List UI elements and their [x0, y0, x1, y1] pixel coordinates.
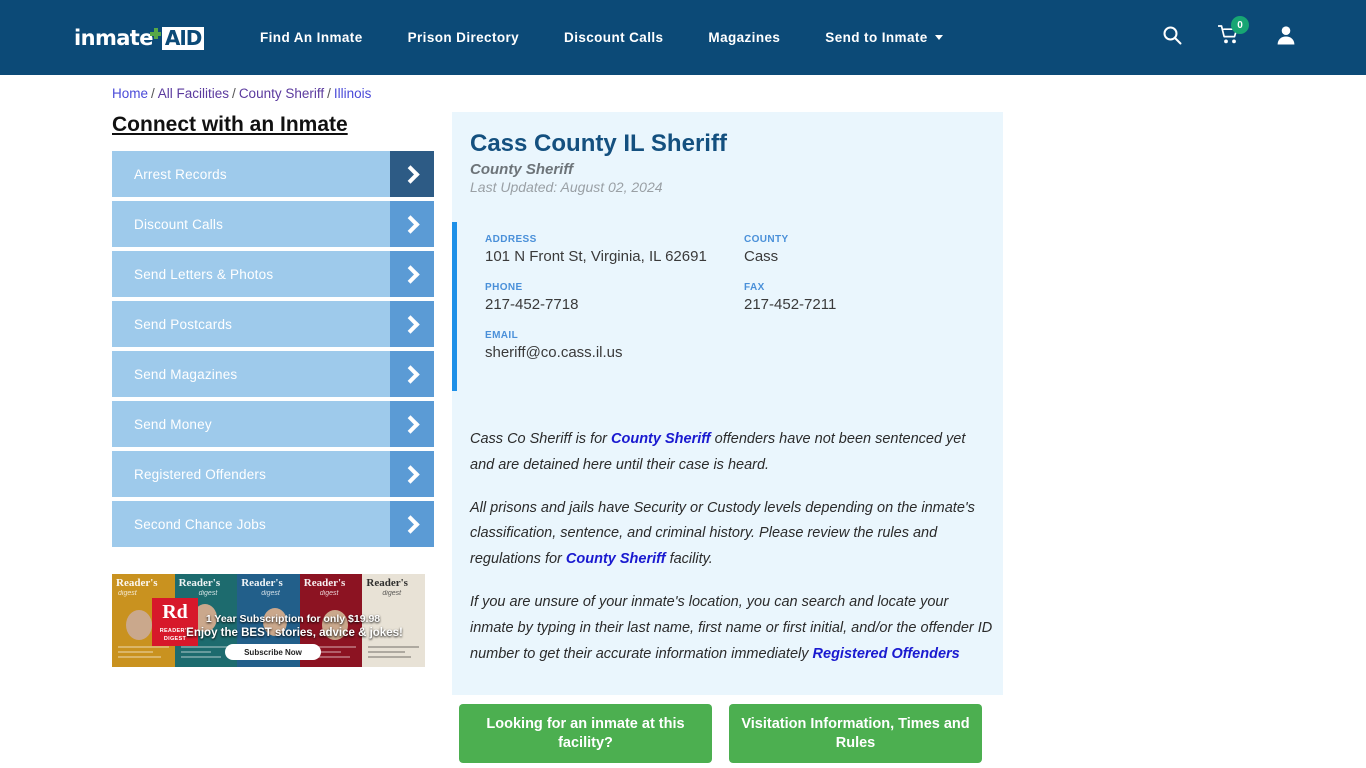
sidebar-item-send-magazines[interactable]: Send Magazines: [112, 351, 434, 398]
info-field-fax: FAX 217-452-7211: [744, 282, 1003, 314]
ad-cover-sub: digest: [118, 590, 137, 597]
ad-cover-sub: digest: [319, 590, 339, 597]
ad-cover-sub: digest: [382, 590, 402, 597]
info-field-phone: PHONE 217-452-7718: [485, 282, 744, 314]
sidebar: Connect with an Inmate Arrest Records Di…: [112, 112, 434, 551]
breadcrumb-item-county-sheriff[interactable]: County Sheriff: [239, 86, 324, 101]
chevron-right-icon: [390, 401, 434, 448]
ad-cover-title: Reader's: [366, 577, 408, 589]
breadcrumb-item-all-facilities[interactable]: All Facilities: [158, 86, 229, 101]
chevron-right-icon: [390, 301, 434, 348]
sidebar-item-send-money[interactable]: Send Money: [112, 401, 434, 448]
info-field-address: ADDRESS 101 N Front St, Virginia, IL 626…: [485, 234, 744, 266]
info-value: Cass: [744, 248, 779, 265]
info-field-email: EMAIL sheriff@co.cass.il.us: [485, 330, 1003, 362]
info-value: 217-452-7211: [744, 296, 837, 314]
info-label: COUNTY: [744, 234, 789, 245]
sidebar-item-label: Arrest Records: [134, 166, 227, 182]
info-label: ADDRESS: [485, 234, 537, 245]
info-label: PHONE: [485, 282, 523, 294]
description-link-county-sheriff[interactable]: County Sheriff: [566, 551, 666, 567]
nav-item-send-to-inmate[interactable]: Send to Inmate: [825, 30, 942, 45]
ad-subscribe-button[interactable]: Subscribe Now: [225, 644, 321, 660]
sidebar-item-send-postcards[interactable]: Send Postcards: [112, 301, 434, 348]
chevron-right-icon: [390, 151, 434, 198]
sidebar-item-label: Discount Calls: [134, 216, 224, 232]
chevron-right-icon: [390, 351, 434, 398]
description-paragraph-1: Cass Co Sheriff is for County Sheriff of…: [470, 427, 993, 479]
info-value[interactable]: 217-452-7718: [485, 295, 744, 314]
description-link-registered-offenders[interactable]: Registered Offenders: [813, 646, 960, 662]
desc-text: facility.: [665, 551, 713, 568]
facility-contact-info: ADDRESS 101 N Front St, Virginia, IL 626…: [452, 222, 1003, 391]
ad-cover-sub: digest: [261, 590, 280, 597]
breadcrumb-separator: /: [232, 86, 236, 101]
ad-cover-title: Reader's: [178, 577, 221, 589]
info-field-county: COUNTY Cass: [744, 234, 1003, 266]
site-header: inmate AID Find An Inmate Prison Directo…: [0, 0, 1366, 75]
desc-text: All prisons and jails have Security or C…: [470, 499, 975, 568]
description-link-county-sheriff[interactable]: County Sheriff: [611, 431, 711, 447]
advertisement-banner[interactable]: Reader's digest Reader's digest Reader's…: [112, 574, 425, 667]
chevron-right-icon: [390, 451, 434, 498]
nav-item-magazines[interactable]: Magazines: [708, 30, 780, 45]
sidebar-item-label: Send Letters & Photos: [134, 266, 274, 282]
ad-cover-sub: digest: [198, 590, 218, 597]
sidebar-item-send-letters-photos[interactable]: Send Letters & Photos: [112, 251, 434, 298]
find-inmate-button[interactable]: Looking for an inmate at this facility?: [459, 704, 712, 763]
facility-panel: Cass County IL Sheriff County Sheriff La…: [452, 112, 1003, 695]
nav-item-find-an-inmate[interactable]: Find An Inmate: [260, 30, 363, 45]
info-value[interactable]: sheriff@co.cass.il.us: [485, 343, 1003, 362]
ad-headline-secondary: Enjoy the BEST stories, advice & jokes!: [186, 627, 403, 639]
info-label: EMAIL: [485, 330, 519, 342]
search-icon[interactable]: [1162, 25, 1182, 50]
sidebar-item-label: Send Magazines: [134, 366, 238, 382]
chevron-right-icon: [390, 251, 434, 298]
cta-button-group: Looking for an inmate at this facility? …: [459, 704, 996, 763]
ad-cover-title: Reader's: [303, 577, 346, 589]
chevron-right-icon: [390, 501, 434, 548]
visitation-info-button[interactable]: Visitation Information, Times and Rules: [729, 704, 982, 763]
sidebar-item-label: Second Chance Jobs: [134, 516, 266, 532]
breadcrumb-separator: /: [327, 86, 331, 101]
info-value: 101 N Front St, Virginia, IL 62691: [485, 248, 707, 265]
site-logo[interactable]: inmate AID: [74, 24, 205, 52]
cart-count-badge: 0: [1231, 16, 1249, 34]
description-paragraph-3: If you are unsure of your inmate's locat…: [470, 590, 993, 667]
main-navigation: Find An Inmate Prison Directory Discount…: [260, 0, 988, 75]
nav-item-prison-directory[interactable]: Prison Directory: [408, 30, 519, 45]
logo-aid-badge: AID: [161, 26, 205, 50]
page-title: Cass County IL Sheriff: [470, 130, 727, 157]
logo-wordmark: inmate: [74, 25, 153, 50]
ad-cover-title: Reader's: [116, 577, 158, 589]
sidebar-item-arrest-records[interactable]: Arrest Records: [112, 151, 434, 198]
facility-type: County Sheriff: [470, 161, 574, 178]
user-account-icon[interactable]: [1276, 25, 1296, 50]
sidebar-item-label: Registered Offenders: [134, 466, 267, 482]
facility-header: Cass County IL Sheriff County Sheriff La…: [452, 112, 1003, 195]
nav-item-discount-calls[interactable]: Discount Calls: [564, 30, 663, 45]
breadcrumb-item-illinois[interactable]: Illinois: [334, 86, 372, 101]
ad-headline-primary: 1 Year Subscription for only $19.98: [205, 613, 381, 625]
description-paragraph-2: All prisons and jails have Security or C…: [470, 496, 993, 573]
sidebar-item-label: Send Postcards: [134, 316, 233, 332]
breadcrumb-separator: /: [151, 86, 155, 101]
info-label: FAX: [744, 282, 765, 294]
sidebar-item-second-chance-jobs[interactable]: Second Chance Jobs: [112, 501, 434, 548]
sidebar-item-discount-calls[interactable]: Discount Calls: [112, 201, 434, 248]
breadcrumb-item-home[interactable]: Home: [112, 86, 148, 101]
breadcrumb: Home / All Facilities / County Sheriff / Illin…: [112, 86, 371, 101]
chevron-right-icon: [390, 201, 434, 248]
sidebar-title: Connect with an Inmate: [112, 113, 348, 136]
shopping-cart-icon[interactable]: 0: [1217, 16, 1249, 50]
desc-text: Cass Co Sheriff is for: [470, 431, 612, 447]
sidebar-item-registered-offenders[interactable]: Registered Offenders: [112, 451, 434, 498]
ad-cover-title: Reader's: [241, 577, 283, 589]
facility-description: Cass Co Sheriff is for County Sheriff of…: [470, 427, 993, 684]
header-icon-group: 0: [1162, 0, 1296, 75]
green-plus-icon: [149, 28, 161, 39]
facility-last-updated: Last Updated: August 02, 2024: [470, 179, 663, 195]
sidebar-item-label: Send Money: [134, 416, 212, 432]
